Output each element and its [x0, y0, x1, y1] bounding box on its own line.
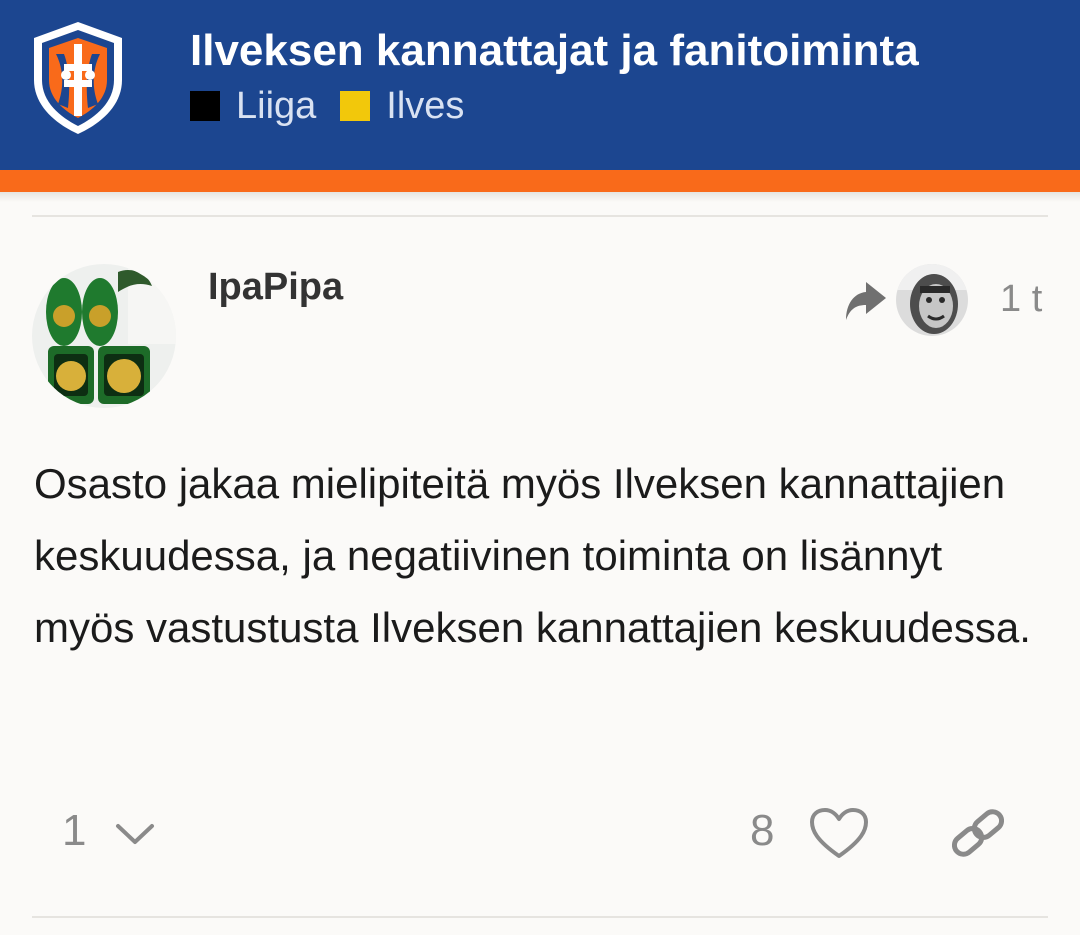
user-avatar[interactable] [32, 264, 176, 408]
category-color-square [190, 91, 220, 121]
post-divider-top [32, 215, 1048, 217]
category-label: Liiga [236, 84, 317, 127]
ilves-logo-icon[interactable] [28, 18, 128, 138]
topic-header: Ilveksen kannattajat ja fanitoiminta Lii… [0, 0, 1080, 170]
category-badge-liiga[interactable]: Liiga [190, 85, 316, 128]
replies-count[interactable]: 1 [62, 806, 86, 856]
reply-to-avatar[interactable] [896, 264, 968, 336]
post-divider-bottom [32, 916, 1048, 918]
category-badges: Liiga Ilves [190, 84, 488, 128]
post-date[interactable]: 1 t [1000, 278, 1042, 321]
like-count[interactable]: 8 [750, 806, 774, 856]
header-accent-stripe [0, 170, 1080, 192]
category-label: Ilves [386, 84, 465, 127]
reply-avatar-image [896, 264, 968, 336]
topic-title[interactable]: Ilveksen kannattajat ja fanitoiminta [190, 26, 919, 76]
link-icon[interactable] [948, 808, 1008, 858]
post-username[interactable]: IpaPipa [208, 266, 343, 309]
category-badge-ilves[interactable]: Ilves [340, 85, 464, 128]
category-color-square [340, 91, 371, 121]
heart-icon[interactable] [808, 806, 870, 862]
post-body: Osasto jakaa mielipiteitä myös Ilveksen … [34, 460, 1031, 651]
chevron-down-icon[interactable] [114, 818, 156, 848]
avatar-image [32, 264, 176, 408]
header-shadow [0, 192, 1080, 202]
reply-arrow-icon[interactable] [842, 278, 890, 324]
